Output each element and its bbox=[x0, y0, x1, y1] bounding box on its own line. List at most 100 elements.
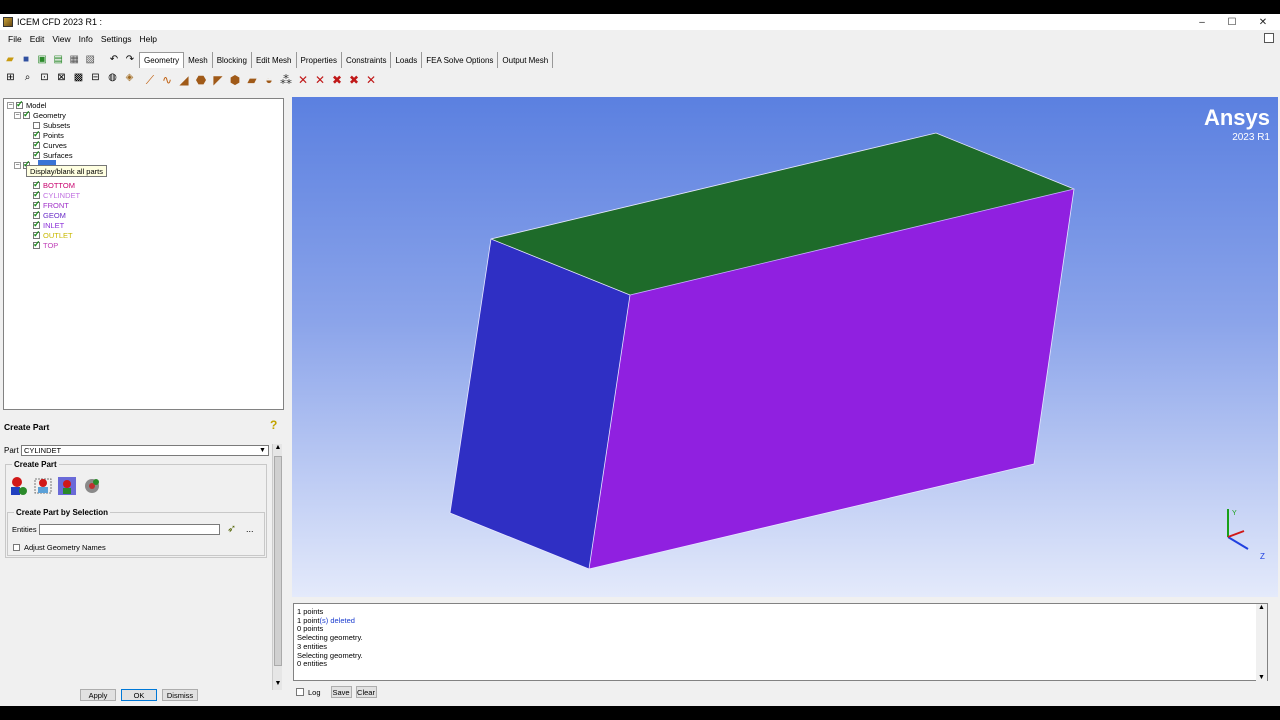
expander-icon[interactable]: − bbox=[14, 111, 21, 119]
tree-geometry[interactable]: − Geometry bbox=[14, 109, 66, 120]
create-body-icon[interactable]: ⬣ bbox=[193, 72, 209, 88]
save-blocking-icon[interactable]: ▧ bbox=[83, 52, 97, 67]
tab-blocking[interactable]: Blocking bbox=[213, 52, 252, 68]
menu-file[interactable]: File bbox=[4, 34, 26, 44]
tab-output-mesh[interactable]: Output Mesh bbox=[498, 52, 554, 68]
menu-help[interactable]: Help bbox=[136, 34, 161, 44]
part-checkbox[interactable] bbox=[33, 189, 41, 200]
close-button[interactable]: ✕ bbox=[1247, 14, 1279, 30]
tab-fea-solve-options[interactable]: FEA Solve Options bbox=[422, 52, 499, 68]
scroll-down-icon[interactable]: ▼ bbox=[1256, 674, 1267, 681]
message-window[interactable]: 1 points 1 point(s) deleted 0 points Sel… bbox=[293, 603, 1268, 681]
fit-window-icon[interactable]: ⊞ bbox=[3, 70, 18, 85]
restore-icon[interactable] bbox=[1264, 33, 1274, 43]
clear-button[interactable]: Clear bbox=[355, 686, 377, 698]
tab-mesh[interactable]: Mesh bbox=[184, 52, 213, 68]
repair-geometry-icon[interactable]: ⬢ bbox=[227, 72, 243, 88]
part-checkbox[interactable] bbox=[33, 219, 41, 230]
curves-checkbox[interactable] bbox=[33, 139, 41, 150]
model-render[interactable]: Y Z bbox=[292, 97, 1278, 597]
expander-icon[interactable]: − bbox=[7, 101, 14, 109]
maximize-button[interactable]: ☐ bbox=[1216, 14, 1248, 30]
message-scrollbar[interactable]: ▲ ▼ bbox=[1256, 604, 1267, 681]
delete-curve-icon[interactable]: ✕ bbox=[312, 72, 328, 88]
save-project-icon[interactable]: ■ bbox=[19, 52, 33, 67]
measure-angle-icon[interactable]: ⊠ bbox=[54, 70, 69, 85]
panel-scrollbar[interactable]: ▲ ▼ bbox=[272, 444, 282, 690]
create-surface-icon[interactable]: ◢ bbox=[176, 72, 192, 88]
message-line: Selecting geometry. bbox=[297, 633, 363, 643]
undo-icon[interactable]: ↶ bbox=[107, 52, 121, 67]
create-part-by-material-icon[interactable] bbox=[82, 476, 102, 496]
menu-info[interactable]: Info bbox=[75, 34, 97, 44]
more-options-button[interactable]: ... bbox=[246, 524, 254, 534]
log-checkbox[interactable] bbox=[296, 688, 304, 696]
part-row: Part CYLINDET ▼ bbox=[4, 445, 269, 456]
tab-loads[interactable]: Loads bbox=[391, 52, 423, 68]
apply-button[interactable]: Apply bbox=[80, 689, 116, 701]
subsets-checkbox[interactable] bbox=[33, 121, 40, 129]
part-checkbox[interactable] bbox=[33, 179, 41, 190]
minimize-button[interactable]: – bbox=[1186, 14, 1218, 30]
adjust-names-checkbox[interactable] bbox=[13, 544, 20, 551]
ok-button[interactable]: OK bbox=[121, 689, 157, 701]
open-geometry-icon[interactable]: ▣ bbox=[35, 52, 49, 67]
open-blocking-icon[interactable]: ▦ bbox=[67, 52, 81, 67]
delete-body-icon[interactable]: ✖ bbox=[346, 72, 362, 88]
menu-view[interactable]: View bbox=[48, 34, 74, 44]
entities-input[interactable] bbox=[39, 524, 220, 535]
select-entities-icon[interactable]: ➶ bbox=[227, 522, 236, 535]
points-checkbox[interactable] bbox=[33, 129, 41, 140]
geometry-options-icon[interactable]: ⁂ bbox=[278, 72, 294, 88]
menu-edit[interactable]: Edit bbox=[26, 34, 49, 44]
delete-surface-icon[interactable]: ✖ bbox=[329, 72, 345, 88]
geometry-checkbox[interactable] bbox=[23, 109, 31, 120]
coordinate-icon[interactable]: ⊟ bbox=[88, 70, 103, 85]
window-title: ICEM CFD 2023 R1 : bbox=[17, 17, 103, 27]
transform-geometry-icon[interactable]: ▰ bbox=[244, 72, 260, 88]
scroll-up-icon[interactable]: ▲ bbox=[1256, 604, 1267, 611]
part-label: BOTTOM bbox=[43, 180, 75, 190]
graphics-viewport[interactable]: Y Z Ansys 2023 R1 bbox=[292, 97, 1278, 597]
zoom-box-icon[interactable]: ⌕ bbox=[20, 70, 35, 85]
create-part-by-window-icon[interactable] bbox=[33, 476, 53, 496]
create-curve-icon[interactable]: ∿ bbox=[159, 72, 175, 88]
restore-dormant-icon[interactable]: ◒ bbox=[261, 72, 277, 88]
help-icon[interactable]: ? bbox=[270, 418, 282, 432]
model-checkbox[interactable] bbox=[16, 99, 24, 110]
scroll-up-icon[interactable]: ▲ bbox=[274, 444, 282, 454]
open-project-icon[interactable]: ▰ bbox=[3, 52, 17, 67]
message-line: Selecting geometry. bbox=[297, 650, 363, 660]
menu-settings[interactable]: Settings bbox=[97, 34, 136, 44]
wireframe-icon[interactable]: ◈ bbox=[122, 70, 137, 85]
delete-point-icon[interactable]: ✕ bbox=[295, 72, 311, 88]
measure-distance-icon[interactable]: ⊡ bbox=[37, 70, 52, 85]
measure-icon[interactable]: ▩ bbox=[71, 70, 86, 85]
part-checkbox[interactable] bbox=[33, 239, 41, 250]
tree-surfaces[interactable]: Surfaces bbox=[33, 149, 73, 160]
part-select[interactable]: CYLINDET ▼ bbox=[21, 445, 269, 456]
tree-part-top[interactable]: TOP bbox=[33, 239, 58, 250]
dismiss-button[interactable]: Dismiss bbox=[162, 689, 198, 701]
create-point-icon[interactable]: ⟋ bbox=[142, 72, 158, 88]
redo-icon[interactable]: ↷ bbox=[123, 52, 137, 67]
tab-properties[interactable]: Properties bbox=[297, 52, 342, 68]
create-part-by-selection-icon[interactable] bbox=[8, 476, 28, 496]
save-button[interactable]: Save bbox=[330, 686, 352, 698]
tab-geometry[interactable]: Geometry bbox=[139, 52, 185, 68]
part-checkbox[interactable] bbox=[33, 209, 41, 220]
part-checkbox[interactable] bbox=[33, 229, 41, 240]
save-geometry-icon[interactable]: ▤ bbox=[51, 52, 65, 67]
solid-display-icon[interactable]: ◍ bbox=[105, 70, 120, 85]
surfaces-checkbox[interactable] bbox=[33, 149, 41, 160]
tab-edit-mesh[interactable]: Edit Mesh bbox=[252, 52, 297, 68]
expander-icon[interactable]: − bbox=[14, 161, 21, 169]
part-checkbox[interactable] bbox=[33, 199, 41, 210]
surface-repair-icon[interactable]: ◤ bbox=[210, 72, 226, 88]
create-part-by-element-icon[interactable] bbox=[57, 476, 77, 496]
main-toolbar: ▰ ■ ▣ ▤ ▦ ▧ ↶ ↷ ⊞ ⌕ ⊡ ⊠ ▩ ⊟ ◍ ◈ bbox=[3, 50, 137, 90]
tab-constraints[interactable]: Constraints bbox=[342, 52, 392, 68]
delete-any-entity-icon[interactable]: ✕ bbox=[363, 72, 379, 88]
scroll-thumb[interactable] bbox=[274, 456, 282, 666]
chevron-down-icon[interactable]: ▼ bbox=[258, 447, 267, 455]
